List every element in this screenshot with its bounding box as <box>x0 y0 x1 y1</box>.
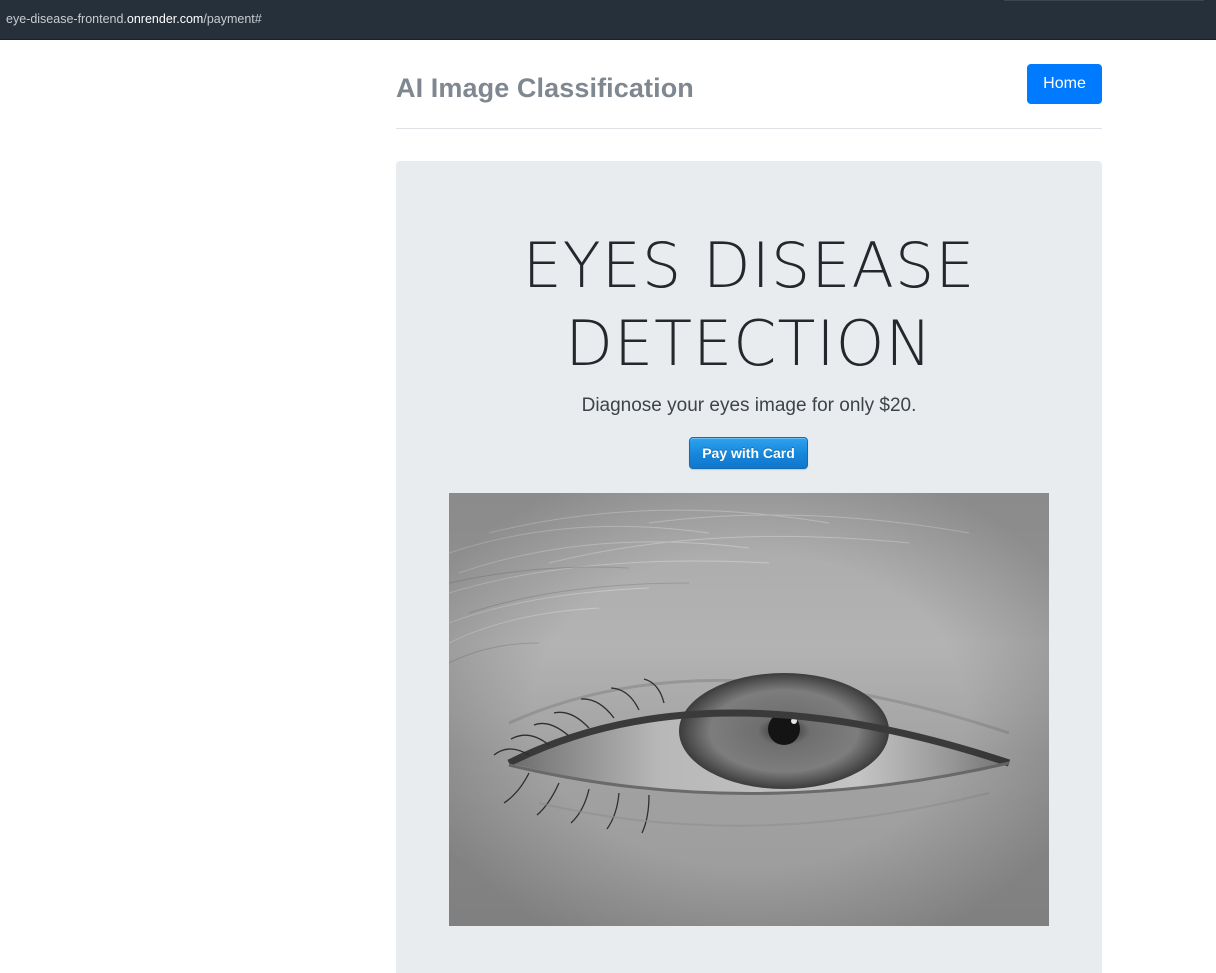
url-path: /payment# <box>203 12 262 26</box>
url-text[interactable]: eye-disease-frontend.onrender.com/paymen… <box>6 12 262 26</box>
hero-title: EYES DISEASE DETECTION <box>396 227 1102 383</box>
hero-title-line-2: DETECTION <box>565 307 933 380</box>
pay-with-card-button[interactable]: Pay with Card <box>689 437 808 469</box>
url-host: onrender.com <box>126 12 204 26</box>
url-prefix: eye-disease-frontend. <box>6 12 127 26</box>
hero-title-line-1: EYES DISEASE <box>522 229 976 302</box>
hero-jumbotron: EYES DISEASE DETECTION Diagnose your eye… <box>396 161 1102 973</box>
tab-strip-edge <box>1004 0 1204 1</box>
home-button[interactable]: Home <box>1027 64 1102 104</box>
eye-photo <box>449 493 1049 926</box>
page-header: AI Image Classification Home <box>396 60 1102 129</box>
brand-title: AI Image Classification <box>396 73 694 103</box>
hero-lead-text: Diagnose your eyes image for only $20. <box>581 395 917 416</box>
browser-address-bar[interactable]: eye-disease-frontend.onrender.com/paymen… <box>0 0 1216 40</box>
